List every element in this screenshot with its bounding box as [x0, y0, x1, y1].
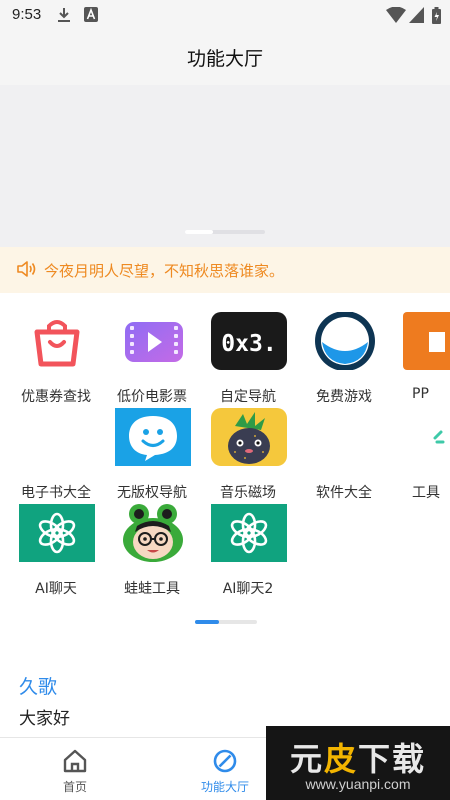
pp-icon [403, 312, 450, 370]
openai-icon [19, 504, 95, 562]
tile-ai-chat[interactable]: AI聊天 [8, 492, 104, 597]
compass-icon [213, 749, 237, 773]
status-bar: 9:53 [0, 0, 450, 30]
tab-home-label: 首页 [62, 780, 87, 794]
home-icon [63, 749, 87, 773]
wifi-icon [386, 7, 406, 23]
tile-label: 软件大全 [316, 485, 372, 501]
watermark-title-part: 元 [289, 740, 324, 778]
speaker-icon [17, 261, 36, 277]
watermark-title-part: 皮 [323, 740, 358, 778]
tile-cheap-movie-tickets[interactable]: 低价电影票 [104, 300, 200, 405]
tile-tools[interactable]: 工具 [392, 396, 450, 501]
message-title: 久歌 [19, 676, 58, 698]
notice-bar[interactable]: 今夜月明人尽望，不知秋思落谁家。 [0, 247, 450, 293]
a-badge-icon [84, 7, 98, 22]
0x3-icon-text: 0x3. [221, 331, 276, 357]
film-icon [125, 322, 183, 362]
tab-home[interactable]: 首页 [0, 738, 150, 800]
tile-label: 蛙蛙工具 [124, 581, 180, 597]
openai-icon [211, 504, 287, 562]
0x3-icon: 0x3. [211, 312, 287, 370]
tile-music-field[interactable]: 音乐磁场 [200, 396, 296, 501]
status-time: 9:53 [12, 6, 42, 23]
app-header: 功能大厅 [0, 30, 450, 85]
tile-label: 工具 [412, 485, 440, 501]
tile-ebook-collection[interactable]: 电子书大全 [8, 396, 104, 501]
download-icon [58, 8, 70, 22]
watermark-title-part: 下载 [358, 740, 427, 778]
function-grid: 优惠券查找 低价电影票 0x3. 自定导航 免费游戏 PP 电子书大全 无版权导… [0, 300, 450, 620]
tile-label: AI聊天2 [222, 581, 274, 597]
grid-page-indicator [195, 620, 257, 624]
watermark-logo: 元皮下载 www.yuanpi.com [266, 726, 450, 800]
game-bowl-icon [315, 312, 375, 370]
shopping-bag-icon [34, 320, 80, 367]
tile-frog-tools[interactable]: 蛙蛙工具 [104, 492, 200, 597]
message-body: 大家好 [19, 709, 70, 729]
banner-indicator [185, 230, 265, 234]
tile-software-collection[interactable]: 软件大全 [296, 396, 392, 501]
tile-ai-chat-2[interactable]: AI聊天2 [200, 492, 296, 597]
grid-page-active [195, 620, 219, 624]
signal-icon [409, 7, 424, 23]
banner-carousel[interactable] [0, 85, 450, 247]
notice-text: 今夜月明人尽望，不知秋思落谁家。 [44, 262, 285, 280]
frog-icon [123, 504, 183, 562]
battery-icon [432, 7, 441, 24]
tile-pp[interactable]: PP [392, 300, 450, 402]
tile-free-games[interactable]: 免费游戏 [296, 300, 392, 405]
banner-indicator-active [185, 230, 213, 234]
tool-icon [433, 430, 445, 444]
page-title: 功能大厅 [186, 48, 263, 70]
strawberry-icon [211, 408, 287, 466]
watermark-title: 元皮下载 [266, 734, 450, 780]
tile-copyright-free-navigation[interactable]: 无版权导航 [104, 396, 200, 501]
watermark-url: www.yuanpi.com [305, 776, 411, 792]
tile-coupon-search[interactable]: 优惠券查找 [8, 300, 104, 405]
tile-label: AI聊天 [35, 581, 77, 597]
tile-custom-navigation[interactable]: 0x3. 自定导航 [200, 300, 296, 405]
smiley-chat-icon [115, 408, 191, 466]
